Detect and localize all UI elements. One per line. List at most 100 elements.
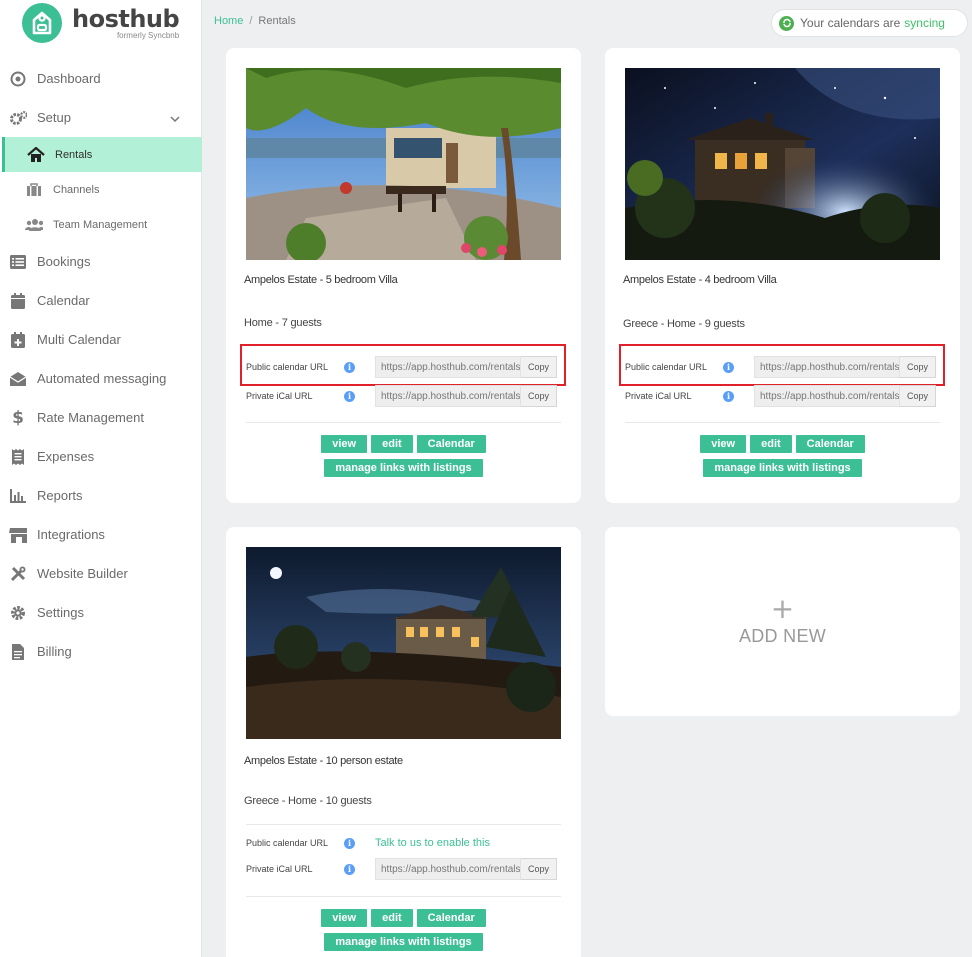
rental-meta: Greece - Home - 9 guests bbox=[623, 318, 745, 330]
briefcase-icon bbox=[25, 181, 43, 199]
sidebar-item-label: Settings bbox=[37, 605, 84, 620]
sidebar-item-label: Automated messaging bbox=[37, 371, 167, 386]
gears-icon bbox=[9, 109, 27, 127]
sidebar-item-label: Reports bbox=[37, 488, 83, 503]
private-ical-url-row: Private iCal URL i https://app.hosthub.c… bbox=[625, 385, 940, 407]
sidebar: hosthub formerly Syncbnb Dashboard Setup… bbox=[0, 0, 202, 957]
rental-photo[interactable] bbox=[246, 68, 561, 260]
users-icon bbox=[25, 216, 43, 234]
view-button[interactable]: view bbox=[321, 435, 368, 453]
sidebar-item-label: Rentals bbox=[55, 148, 93, 161]
manage-links-button[interactable]: manage links with listings bbox=[703, 459, 862, 477]
rental-photo[interactable] bbox=[246, 547, 561, 739]
private-url-label: Private iCal URL bbox=[625, 391, 692, 401]
sidebar-item-label: Dashboard bbox=[37, 71, 101, 86]
sidebar-item-bookings[interactable]: Bookings bbox=[0, 242, 202, 281]
sidebar-item-calendar[interactable]: Calendar bbox=[0, 281, 202, 320]
sidebar-item-integrations[interactable]: Integrations bbox=[0, 515, 202, 554]
sidebar-item-automated-messaging[interactable]: Automated messaging bbox=[0, 359, 202, 398]
highlight-box bbox=[240, 344, 566, 386]
sidebar-item-label: Integrations bbox=[37, 527, 105, 542]
calendar-button[interactable]: Calendar bbox=[416, 435, 486, 453]
divider bbox=[246, 896, 561, 897]
sidebar-item-dashboard[interactable]: Dashboard bbox=[0, 59, 202, 98]
sidebar-item-rentals[interactable]: Rentals bbox=[2, 137, 202, 172]
private-url-label: Private iCal URL bbox=[246, 391, 313, 401]
sync-state: syncing bbox=[904, 16, 945, 30]
sidebar-item-setup[interactable]: Setup bbox=[0, 98, 202, 137]
info-icon[interactable]: i bbox=[344, 863, 355, 875]
rental-title: Ampelos Estate - 4 bedroom Villa bbox=[623, 274, 777, 286]
breadcrumb: Home / Rentals bbox=[214, 15, 296, 27]
sidebar-item-label: Billing bbox=[37, 644, 72, 659]
edit-button[interactable]: edit bbox=[750, 435, 792, 453]
view-button[interactable]: view bbox=[321, 909, 368, 927]
private-url-field[interactable]: https://app.hosthub.com/rentals/ bbox=[375, 858, 521, 880]
copy-button[interactable]: Copy bbox=[521, 385, 557, 407]
rental-card: Ampelos Estate - 10 person estate Greece… bbox=[226, 527, 581, 957]
sync-icon bbox=[779, 15, 794, 31]
rental-title: Ampelos Estate - 5 bedroom Villa bbox=[244, 274, 398, 286]
divider bbox=[246, 824, 561, 825]
info-icon[interactable]: i bbox=[723, 390, 734, 402]
sidebar-item-expenses[interactable]: Expenses bbox=[0, 437, 202, 476]
private-url-label: Private iCal URL bbox=[246, 864, 313, 874]
edit-button[interactable]: edit bbox=[371, 909, 413, 927]
manage-links-button[interactable]: manage links with listings bbox=[324, 933, 483, 951]
private-url-field[interactable]: https://app.hosthub.com/rentals/ bbox=[375, 385, 521, 407]
document-icon bbox=[9, 643, 27, 661]
sidebar-item-team-management[interactable]: Team Management bbox=[0, 207, 202, 242]
sync-status[interactable]: Your calendars are syncing bbox=[771, 9, 968, 37]
home-icon bbox=[27, 146, 45, 164]
rental-photo[interactable] bbox=[625, 68, 940, 260]
dollar-icon: $ bbox=[12, 407, 24, 428]
edit-button[interactable]: edit bbox=[371, 435, 413, 453]
list-icon bbox=[9, 253, 27, 271]
sidebar-item-reports[interactable]: Reports bbox=[0, 476, 202, 515]
sidebar-item-label: Multi Calendar bbox=[37, 332, 121, 347]
brand-logo[interactable]: hosthub formerly Syncbnb bbox=[22, 2, 180, 44]
sidebar-item-label: Expenses bbox=[37, 449, 95, 464]
sidebar-item-label: Setup bbox=[37, 110, 71, 125]
copy-button[interactable]: Copy bbox=[521, 858, 557, 880]
sidebar-item-label: Bookings bbox=[37, 254, 91, 269]
private-url-field[interactable]: https://app.hosthub.com/rentals/ bbox=[754, 385, 900, 407]
chevron-down-icon[interactable] bbox=[170, 110, 180, 125]
gear-icon bbox=[9, 604, 27, 622]
view-button[interactable]: view bbox=[700, 435, 747, 453]
public-url-label: Public calendar URL bbox=[246, 838, 329, 848]
calendar-button[interactable]: Calendar bbox=[795, 435, 865, 453]
card-actions-secondary: manage links with listings bbox=[226, 459, 581, 477]
sidebar-item-billing[interactable]: Billing bbox=[0, 632, 202, 671]
info-icon[interactable]: i bbox=[344, 390, 355, 402]
add-new-rental-card[interactable]: + ADD NEW bbox=[605, 527, 960, 716]
add-new-label: ADD NEW bbox=[738, 626, 827, 646]
envelope-open-icon bbox=[9, 370, 27, 388]
info-icon[interactable]: i bbox=[344, 837, 355, 849]
breadcrumb-home[interactable]: Home bbox=[214, 15, 243, 27]
house-logo-icon bbox=[22, 3, 62, 43]
sidebar-item-settings[interactable]: Settings bbox=[0, 593, 202, 632]
sidebar-item-rate-management[interactable]: $ Rate Management bbox=[0, 398, 202, 437]
divider bbox=[246, 422, 561, 423]
sidebar-item-channels[interactable]: Channels bbox=[0, 172, 202, 207]
card-actions: view edit Calendar bbox=[226, 909, 581, 927]
receipt-icon bbox=[9, 448, 27, 466]
divider bbox=[625, 422, 940, 423]
copy-button[interactable]: Copy bbox=[900, 385, 936, 407]
rental-meta: Greece - Home - 10 guests bbox=[244, 795, 372, 807]
rental-card: Ampelos Estate - 4 bedroom Villa Greece … bbox=[605, 48, 960, 503]
sidebar-nav: Dashboard Setup Rentals Channels Team Ma… bbox=[0, 59, 202, 671]
sidebar-item-label: Rate Management bbox=[37, 410, 144, 425]
sidebar-item-label: Channels bbox=[53, 183, 100, 196]
rental-card: Ampelos Estate - 5 bedroom Villa Home - … bbox=[226, 48, 581, 503]
sidebar-item-website-builder[interactable]: Website Builder bbox=[0, 554, 202, 593]
sidebar-item-multi-calendar[interactable]: Multi Calendar bbox=[0, 320, 202, 359]
rental-meta: Home - 7 guests bbox=[244, 317, 322, 329]
card-actions-secondary: manage links with listings bbox=[605, 459, 960, 477]
enable-public-url-link[interactable]: Talk to us to enable this bbox=[375, 837, 490, 849]
card-actions: view edit Calendar bbox=[605, 435, 960, 453]
calendar-button[interactable]: Calendar bbox=[416, 909, 486, 927]
manage-links-button[interactable]: manage links with listings bbox=[324, 459, 483, 477]
tools-icon bbox=[9, 565, 27, 583]
